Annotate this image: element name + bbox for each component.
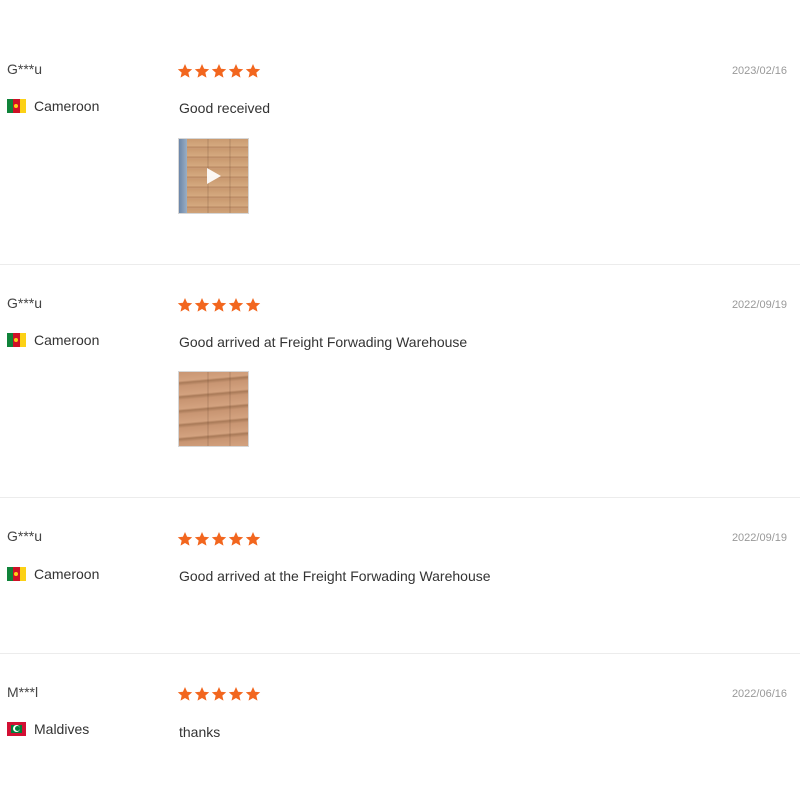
review-date: 2023/02/16	[731, 65, 787, 77]
review-date: 2022/09/19	[731, 299, 787, 311]
star-icon	[194, 64, 210, 78]
star-icon	[177, 532, 193, 546]
cameroon-flag-icon	[7, 567, 26, 581]
country-label: Maldives	[34, 721, 90, 737]
star-rating	[177, 297, 261, 313]
review-date: 2022/06/16	[731, 688, 787, 700]
review-item: G***u Cameroon 2022/09/19 Good arrived a…	[0, 498, 800, 653]
star-icon	[177, 298, 193, 312]
star-icon	[211, 687, 227, 701]
star-icon	[211, 64, 227, 78]
star-icon	[228, 64, 244, 78]
cameroon-flag-icon	[7, 99, 26, 113]
review-comment: Good arrived at Freight Forwading Wareho…	[179, 334, 468, 350]
star-icon	[194, 687, 210, 701]
star-icon	[177, 687, 193, 701]
star-icon	[245, 64, 261, 78]
review-item: G***u Cameroon 2023/02/16 Good received	[0, 0, 800, 264]
star-icon	[245, 532, 261, 546]
reviewer-name: G***u	[7, 528, 43, 544]
reviewer-country: Cameroon	[7, 566, 99, 582]
star-rating	[177, 686, 261, 702]
review-video-thumbnail[interactable]	[178, 138, 249, 214]
maldives-flag-icon	[7, 722, 26, 736]
review-photo-thumbnail[interactable]	[178, 371, 249, 447]
cameroon-flag-icon	[7, 333, 26, 347]
review-item: G***u Cameroon 2022/09/19 Good arrived a…	[0, 265, 800, 497]
review-comment: thanks	[179, 724, 221, 740]
star-icon	[245, 298, 261, 312]
thumbnail-image	[179, 139, 187, 213]
star-icon	[194, 298, 210, 312]
reviewer-name: G***u	[7, 61, 43, 77]
star-rating	[177, 531, 261, 547]
country-label: Cameroon	[34, 332, 100, 348]
review-comment: Good arrived at the Freight Forwading Wa…	[179, 568, 491, 584]
country-label: Cameroon	[34, 98, 100, 114]
star-icon	[228, 687, 244, 701]
review-date: 2022/09/19	[731, 532, 787, 544]
play-icon[interactable]	[207, 168, 221, 184]
review-item: M***l Maldives 2022/06/16 thanks	[0, 654, 800, 800]
star-icon	[194, 532, 210, 546]
review-comment: Good received	[179, 100, 271, 116]
star-rating	[177, 63, 261, 79]
star-icon	[228, 298, 244, 312]
reviewer-country: Maldives	[7, 721, 89, 737]
star-icon	[211, 298, 227, 312]
star-icon	[177, 64, 193, 78]
reviewer-name: G***u	[7, 295, 43, 311]
reviewer-name: M***l	[7, 684, 39, 700]
star-icon	[211, 532, 227, 546]
star-icon	[228, 532, 244, 546]
reviewer-country: Cameroon	[7, 332, 99, 348]
thumbnail-image-detail	[187, 372, 248, 446]
reviewer-country: Cameroon	[7, 98, 99, 114]
country-label: Cameroon	[34, 566, 100, 582]
star-icon	[245, 687, 261, 701]
